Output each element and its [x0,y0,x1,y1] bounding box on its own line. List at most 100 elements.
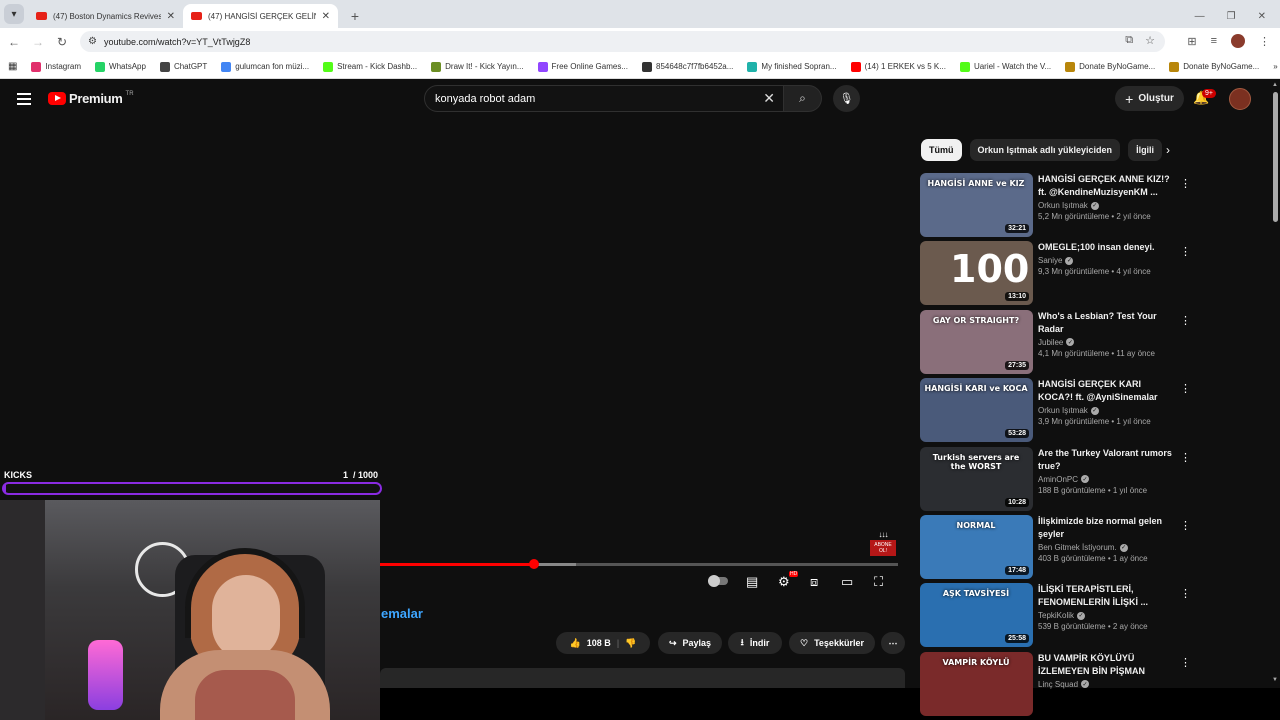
site-info-icon[interactable]: ⚙ [88,36,97,47]
url-field[interactable]: ⚙ youtube.com/watch?v=YT_VtTwjgZ8 ⧉ ☆ [80,31,1165,52]
subtitles-icon[interactable]: ▤ [746,574,758,590]
scroll-up-icon[interactable]: ▲ [1272,82,1278,88]
video-title[interactable]: Who's a Lesbian? Test Your Radar [1038,310,1178,336]
browser-tab-active[interactable]: (47) HANGİSİ GERÇEK GELİN KA ✕ [183,4,338,28]
video-thumbnail[interactable]: HANGİSİ ANNE ve KIZ 32:21 [920,173,1033,237]
channel-name-fragment[interactable]: emalar [381,606,423,621]
video-progress-bar[interactable] [380,559,898,569]
filter-chip[interactable]: Tümü [921,139,962,161]
recommended-video[interactable]: AŞK TAVSİYESİ 25:58 İLİŞKİ TERAPİSTLERİ, F… [920,583,1191,648]
bookmark-item[interactable]: Donate ByNoGame... [1065,61,1155,72]
install-app-icon[interactable]: ⧉ [1125,34,1133,47]
video-thumbnail[interactable]: GAY OR STRAIGHT? 27:35 [920,309,1033,374]
video-thumbnail[interactable]: HANGİSİ KARI ve KOCA 53:28 [920,378,1033,443]
video-thumbnail[interactable]: Turkish servers are the WORST 10:28 [920,446,1033,511]
more-options-icon[interactable]: ⋮ [1180,314,1191,327]
video-thumbnail[interactable]: AŞK TAVSİYESİ 25:58 [920,583,1033,648]
filter-chip[interactable]: Orkun Işıtmak adlı yükleyiciden [969,139,1121,161]
close-window-icon[interactable]: ✕ [1258,11,1266,22]
browser-menu-icon[interactable]: ⋮ [1259,35,1270,48]
recommended-video[interactable]: GAY OR STRAIGHT? 27:35 Who's a Lesbian? Te… [920,309,1191,374]
search-input[interactable]: konyada robot adam ✕ [424,85,784,112]
more-options-icon[interactable]: ⋮ [1180,245,1191,258]
back-icon[interactable]: ← [2,35,26,49]
new-tab-button[interactable]: + [346,7,364,25]
download-button[interactable]: ⭳ İndir [728,632,782,654]
close-tab-icon[interactable]: ✕ [167,11,175,22]
video-channel[interactable]: TepkiKolik ✓ [1038,611,1178,620]
bookmark-item[interactable]: 854648c7f7fb6452a... [642,61,733,72]
bookmark-item[interactable]: WhatsApp [95,61,146,72]
bookmark-item[interactable]: ChatGPT [159,61,207,72]
bookmark-item[interactable]: Free Online Games... [537,61,628,72]
bookmark-item[interactable]: Stream - Kick Dashb... [323,61,417,72]
description-box[interactable] [380,668,905,688]
more-options-icon[interactable]: ⋮ [1180,451,1191,464]
bookmark-item[interactable]: My finished Sopran... [747,61,837,72]
page-scrollbar[interactable]: ▲ ▼ [1271,80,1280,688]
close-tab-icon[interactable]: ✕ [322,11,330,22]
bookmark-item[interactable]: Donate ByNoGame... [1169,61,1259,72]
tab-search-button[interactable]: ▾ [4,4,24,24]
video-channel[interactable]: Saniye ✓ [1038,256,1178,265]
bookmark-star-icon[interactable]: ☆ [1145,34,1155,47]
chevron-right-icon[interactable]: › [1166,143,1170,157]
fullscreen-icon[interactable]: ⛶ [874,574,883,590]
video-channel[interactable]: Ben Gitmek İstiyorum. ✓ [1038,543,1178,552]
recommended-video[interactable]: HANGİSİ KARI ve KOCA 53:28 HANGİSİ GERÇEK … [920,378,1191,443]
more-bookmarks-icon[interactable]: » [1273,62,1277,71]
thanks-button[interactable]: ♡ Teşekkürler [789,632,875,654]
more-options-icon[interactable]: ⋮ [1180,587,1191,600]
profile-avatar[interactable] [1231,34,1245,48]
restore-icon[interactable]: ❐ [1227,11,1236,22]
extensions-icon[interactable]: ⊞ [1187,35,1196,48]
like-count[interactable]: 108 B [587,638,611,648]
more-options-icon[interactable]: ⋮ [1180,656,1191,669]
minimize-icon[interactable]: — [1195,11,1205,22]
search-button[interactable]: ⌕ [784,85,822,112]
video-title[interactable]: BU VAMPİR KÖYLÜYÜ İZLEMEYEN BİN PİŞMAN [1038,652,1178,678]
video-thumbnail[interactable]: VAMPİR KÖYLÜ [920,651,1033,716]
more-actions-button[interactable]: ⋯ [881,632,905,654]
account-avatar[interactable] [1229,88,1251,110]
thumbs-up-icon[interactable]: 👍 [570,638,581,649]
bookmark-item[interactable]: Draw It! - Kick Yayın... [431,61,524,72]
youtube-logo[interactable]: Premium TR [48,91,134,106]
recommended-video[interactable]: 100 13:10 OMEGLE;100 insan deneyi. Saniye ✓ 9… [920,241,1191,306]
voice-search-button[interactable]: 🎙 [833,85,860,112]
bookmark-item[interactable]: Uariel - Watch the V... [959,61,1051,72]
filter-chip[interactable]: İlgili [1128,139,1163,161]
video-title[interactable]: İLİŞKİ TERAPİSTLERİ, FENOMENLERİN İLİŞKİ… [1038,583,1178,609]
video-channel[interactable]: AminOnPC ✓ [1038,475,1178,484]
theater-mode-icon[interactable]: ▭ [841,574,853,590]
miniplayer-icon[interactable]: ⧈ [810,574,818,590]
reload-icon[interactable]: ↻ [50,35,74,49]
video-channel[interactable]: Orkun Işıtmak ✓ [1038,201,1178,210]
forward-icon[interactable]: → [26,35,50,49]
video-title[interactable]: HANGİSİ GERÇEK KARI KOCA?! ft. @AyniSine… [1038,378,1178,404]
video-thumbnail[interactable]: NORMAL 17:48 [920,515,1033,579]
scrollbar-thumb[interactable] [1273,92,1278,222]
browser-tab[interactable]: (47) Boston Dynamics Revives A ✕ [28,4,183,28]
settings-gear-icon[interactable]: ⚙ [778,574,790,590]
video-title[interactable]: OMEGLE;100 insan deneyi. [1038,241,1178,254]
reading-list-icon[interactable]: ≡ [1211,35,1217,47]
recommended-video[interactable]: Turkish servers are the WORST 10:28 Are th… [920,446,1191,511]
thumbs-down-icon[interactable]: 👎 [625,638,636,649]
apps-grid-icon[interactable]: ▦ [8,61,17,72]
more-options-icon[interactable]: ⋮ [1180,519,1191,532]
video-channel[interactable]: Jubilee ✓ [1038,338,1178,347]
create-button[interactable]: + Oluştur [1115,86,1184,111]
video-channel[interactable]: Orkun Işıtmak ✓ [1038,406,1178,415]
scrubber-handle[interactable] [528,559,539,569]
share-button[interactable]: ↪ Paylaş [658,632,722,654]
scroll-down-icon[interactable]: ▼ [1272,677,1278,683]
video-channel[interactable]: Linç Squad ✓ [1038,680,1178,689]
video-title[interactable]: Are the Turkey Valorant rumors true? [1038,447,1178,473]
video-title[interactable]: İlişkimizde bize normal gelen şeyler [1038,515,1178,541]
autoplay-toggle[interactable] [708,575,728,587]
bookmark-item[interactable]: Instagram [31,61,81,72]
more-options-icon[interactable]: ⋮ [1180,177,1191,190]
menu-icon[interactable] [17,93,31,105]
bookmark-item[interactable]: gulumcan fon müzi... [221,61,309,72]
